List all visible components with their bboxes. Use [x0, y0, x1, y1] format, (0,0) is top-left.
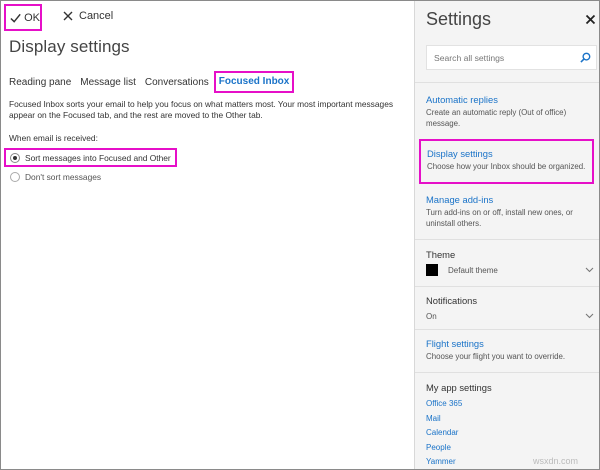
checkmark-icon [10, 13, 21, 23]
display-settings-pane: OK Cancel Display settings Reading pane … [1, 1, 412, 469]
cancel-label: Cancel [79, 10, 114, 22]
window: OK Cancel Display settings Reading pane … [0, 0, 600, 470]
theme-swatch [426, 264, 438, 276]
radio-unselected-icon [10, 171, 20, 182]
search-icon[interactable] [580, 52, 591, 63]
notifications-dropdown[interactable]: On [426, 310, 594, 322]
ok-button[interactable]: OK [4, 4, 42, 31]
page-title: Display settings [9, 37, 130, 56]
tab-focused-inbox[interactable]: Focused Inbox [213, 71, 295, 93]
divider [415, 82, 599, 83]
settings-panel: Settings Search all settings Automatic r… [414, 1, 599, 469]
my-app-settings-heading: My app settings [426, 382, 492, 393]
tab-reading-pane[interactable]: Reading pane [9, 77, 71, 88]
automatic-replies-link[interactable]: Automatic replies [426, 94, 594, 105]
tab-conversations[interactable]: Conversations [145, 77, 209, 88]
flight-settings-item[interactable]: Flight settings Choose your flight you w… [426, 338, 594, 362]
flight-settings-link[interactable]: Flight settings [426, 338, 594, 349]
when-received-label: When email is received: [9, 133, 98, 143]
dont-sort-label: Don't sort messages [25, 171, 102, 182]
flight-settings-desc: Choose your flight you want to override. [426, 352, 566, 361]
close-settings-icon[interactable] [585, 14, 596, 25]
command-bar: OK Cancel [1, 1, 412, 33]
theme-dropdown[interactable]: Default theme [426, 263, 594, 277]
notifications-heading: Notifications [426, 295, 478, 306]
theme-value: Default theme [448, 265, 498, 275]
theme-section: Theme [426, 249, 594, 260]
search-settings-input[interactable]: Search all settings [426, 45, 597, 70]
display-settings-desc: Choose how your Inbox should be organize… [427, 162, 586, 171]
watermark: wsxdn.com [533, 456, 579, 466]
divider [415, 329, 599, 330]
manage-addins-link[interactable]: Manage add-ins [426, 194, 594, 205]
dont-sort-radio[interactable]: Don't sort messages [10, 171, 101, 182]
ok-label: OK [24, 11, 40, 24]
focused-inbox-description: Focused Inbox sorts your email to help y… [9, 99, 394, 120]
app-link-people[interactable]: People [426, 441, 594, 456]
divider [415, 239, 599, 240]
settings-tabs: Reading pane Message list Conversations … [9, 71, 303, 93]
divider [415, 372, 599, 373]
manage-addins-desc: Turn add-ins on or off, install new ones… [426, 208, 573, 228]
sort-focused-radio[interactable]: Sort messages into Focused and Other [4, 148, 177, 167]
settings-title: Settings [426, 9, 492, 29]
app-link-mail[interactable]: Mail [426, 412, 594, 427]
chevron-down-icon [585, 313, 594, 319]
manage-addins-item[interactable]: Manage add-ins Turn add-ins on or off, i… [426, 194, 594, 229]
tab-message-list[interactable]: Message list [80, 77, 136, 88]
notifications-value: On [426, 311, 437, 321]
chevron-down-icon [585, 267, 594, 273]
automatic-replies-desc: Create an automatic reply (Out of office… [426, 108, 567, 128]
theme-heading: Theme [426, 249, 456, 260]
close-icon [63, 11, 73, 21]
app-link-calendar[interactable]: Calendar [426, 426, 594, 441]
cancel-button[interactable]: Cancel [63, 10, 113, 22]
notifications-section: Notifications [426, 295, 594, 306]
display-settings-item[interactable]: Display settings Choose how your Inbox s… [419, 139, 594, 184]
divider [415, 286, 599, 287]
sort-focused-label: Sort messages into Focused and Other [25, 152, 171, 163]
radio-selected-icon [10, 152, 20, 163]
app-link-office365[interactable]: Office 365 [426, 397, 594, 412]
display-settings-link[interactable]: Display settings [427, 148, 592, 159]
automatic-replies-item[interactable]: Automatic replies Create an automatic re… [426, 94, 594, 129]
search-placeholder: Search all settings [434, 52, 505, 63]
